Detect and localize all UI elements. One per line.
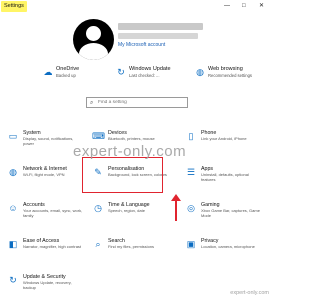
status-windows-update[interactable]: ↻ Windows Update Last checked: ... <box>116 66 186 86</box>
keyboard-icon: ⌨ <box>92 131 105 141</box>
person-icon: ☺ <box>8 203 18 213</box>
status-web-sub: Recommended settings <box>208 73 252 78</box>
refresh-icon: ↻ <box>117 67 125 77</box>
tile-apps-desc: Uninstall, defaults, optional features <box>201 172 249 182</box>
status-web-title: Web browsing <box>208 66 243 72</box>
cloud-icon: ☁ <box>43 67 53 77</box>
minimize-button[interactable]: — <box>224 2 230 10</box>
tile-update-security[interactable]: ↻ Update & Security Windows Update, reco… <box>7 274 87 300</box>
tile-phone[interactable]: ▯ Phone Link your Android, iPhone <box>185 130 265 156</box>
tile-network[interactable]: ◍ Network & Internet Wi-Fi, flight mode,… <box>7 166 87 192</box>
tile-search-desc: Find my files, permissions <box>108 244 155 249</box>
globe-icon: ◍ <box>9 167 17 177</box>
globe-icon: ◍ <box>196 67 204 77</box>
tile-accounts-desc: Your accounts, email, sync, work, family <box>23 208 83 218</box>
search-input[interactable] <box>98 98 186 107</box>
avatar-body-shape <box>79 43 108 60</box>
tile-ease-desc: Narrator, magnifier, high contrast <box>23 244 82 249</box>
personalisation-highlight-box <box>82 157 163 193</box>
lock-icon: ▣ <box>186 239 196 249</box>
microsoft-account-link[interactable]: My Microsoft account <box>118 42 165 48</box>
tile-privacy-desc: Location, camera, microphone <box>201 244 255 249</box>
search-icon: ⌕ <box>90 100 94 106</box>
status-onedrive[interactable]: ☁ OneDrive Backed up <box>43 66 113 86</box>
apps-icon: ☰ <box>186 167 196 177</box>
status-onedrive-title: OneDrive <box>56 66 80 72</box>
accessibility-icon: ◧ <box>8 239 18 249</box>
tile-update-security-desc: Windows Update, recovery, backup <box>23 280 72 290</box>
tile-ease-of-access[interactable]: ◧ Ease of Access Narrator, magnifier, hi… <box>7 238 87 264</box>
tile-devices-desc: Bluetooth, printers, mouse <box>108 136 155 141</box>
tile-network-desc: Wi-Fi, flight mode, VPN <box>23 172 65 177</box>
title-bar: Settings — □ ✕ <box>0 0 273 13</box>
search-icon: ⌕ <box>95 239 101 249</box>
window-title: Settings <box>1 1 27 12</box>
phone-icon: ▯ <box>188 131 194 141</box>
tile-search[interactable]: ⌕ Search Find my files, permissions <box>92 238 172 264</box>
tile-privacy[interactable]: ▣ Privacy Location, camera, microphone <box>185 238 265 264</box>
watermark-center: expert-only.com <box>73 143 187 160</box>
status-web-browsing[interactable]: ◍ Web browsing Recommended settings <box>195 66 265 86</box>
tile-phone-desc: Link your Android, iPhone <box>201 136 247 141</box>
status-update-title: Windows Update <box>129 66 171 72</box>
settings-search[interactable]: ⌕ <box>86 97 188 108</box>
tile-apps[interactable]: ☰ Apps Uninstall, defaults, optional fea… <box>185 166 265 192</box>
watermark-bottom: expert-only.com <box>230 290 269 296</box>
sync-icon: ↻ <box>9 275 17 285</box>
tile-time-language[interactable]: ◷ Time & Language Speech, region, date <box>92 202 172 228</box>
tile-gaming-desc: Xbox Game Bar, captures, Game Mode <box>201 208 260 218</box>
avatar-head-shape <box>86 26 101 41</box>
maximize-button[interactable]: □ <box>242 2 246 10</box>
close-button[interactable]: ✕ <box>259 2 264 10</box>
gamepad-icon: ◎ <box>187 203 195 213</box>
laptop-icon: ▭ <box>8 131 18 141</box>
clock-icon: ◷ <box>94 203 102 213</box>
status-update-sub: Last checked: ... <box>129 73 160 78</box>
tile-accounts[interactable]: ☺ Accounts Your accounts, email, sync, w… <box>7 202 87 228</box>
redacted-user-email <box>118 33 198 39</box>
tile-time-language-desc: Speech, region, date <box>108 208 145 213</box>
status-onedrive-sub: Backed up <box>56 73 76 78</box>
tile-gaming[interactable]: ◎ Gaming Xbox Game Bar, captures, Game M… <box>185 202 265 228</box>
redacted-user-name <box>118 23 203 30</box>
avatar[interactable] <box>73 19 114 60</box>
red-arrow-shaft <box>175 200 177 221</box>
